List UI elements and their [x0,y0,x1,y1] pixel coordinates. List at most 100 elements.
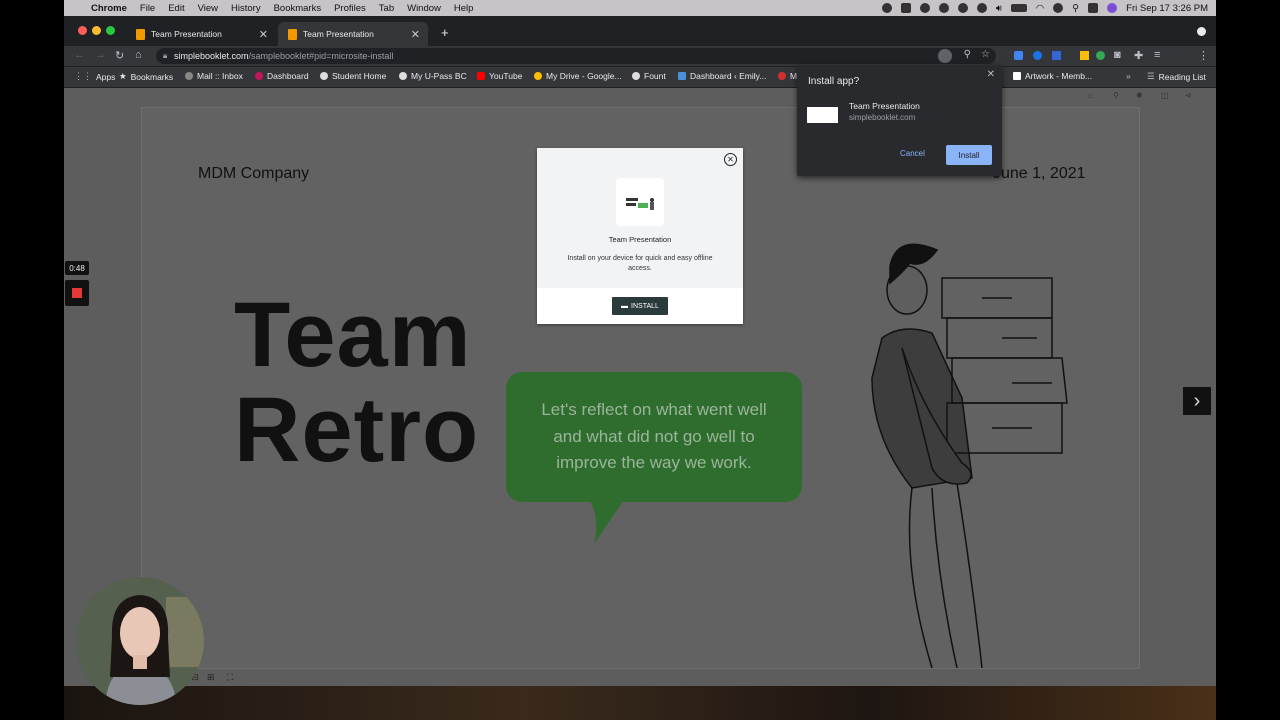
close-tab-icon[interactable]: ✕ [411,28,420,41]
bookmark-dashboard[interactable]: Dashboard [255,71,309,81]
menubar-datetime[interactable]: Fri Sep 17 3:26 PM [1126,3,1208,14]
bookmark-artwork[interactable]: Artwork - Memb... [1013,71,1092,81]
stop-recording-button[interactable] [65,280,89,306]
url-host: simplebooklet.com [174,51,249,61]
menu-file[interactable]: File [140,3,155,14]
install-confirm-button[interactable]: Install [946,145,992,165]
macos-menubar: Chrome File Edit View History Bookmarks … [64,0,1216,16]
profile-icon[interactable] [1197,27,1206,36]
bookmark-bookmarks[interactable]: ★ Bookmarks [119,71,173,82]
zoom-icon[interactable]: ⚲ [964,49,971,60]
more-bookmarks-icon[interactable]: » [1126,71,1131,81]
close-icon[interactable]: ✕ [724,153,737,166]
install-button-label: INSTALL [631,302,659,310]
settings-icon[interactable]: ✺ [1136,91,1143,100]
search-icon[interactable]: ⚲ [1072,3,1079,14]
bookmark-apps[interactable]: ⋮⋮ Apps [74,71,115,82]
extension-icon[interactable] [1096,51,1105,60]
bookmark-google-drive[interactable]: My Drive - Google... [534,71,622,81]
menu-profiles[interactable]: Profiles [334,3,366,14]
share-icon[interactable]: ⋖ [1185,91,1192,100]
booklet-favicon-icon [288,28,297,40]
user-icon[interactable] [1053,3,1064,13]
camera-icon[interactable]: ◙ [1114,49,1121,61]
bookmark-student-home[interactable]: Student Home [320,71,386,81]
status-icon[interactable] [957,3,968,13]
new-tab-icon[interactable]: + [441,25,449,40]
close-window-button[interactable] [78,26,87,35]
close-tab-icon[interactable]: ✕ [259,28,268,41]
extensions-puzzle-icon[interactable]: ✚ [1134,49,1143,62]
status-icon[interactable] [938,3,949,13]
add-page-icon[interactable]: ⊞ [207,672,215,683]
bookmark-mail[interactable]: Mail :: Inbox [185,71,243,81]
webcam-overlay [76,577,204,705]
lock-icon[interactable]: 🔒︎ [163,51,167,61]
kebab-menu-icon[interactable]: ⋮ [1198,49,1209,62]
reading-list-icon: ☰ [1147,71,1155,81]
home-icon[interactable]: ⌂ [135,49,142,61]
status-icon[interactable] [881,3,892,13]
tab-label: Team Presentation [151,29,222,39]
status-icon[interactable] [919,3,930,13]
play-icon[interactable] [976,3,987,13]
back-icon[interactable]: ← [74,49,85,61]
reading-list[interactable]: ☰ Reading List [1147,71,1206,82]
menu-view[interactable]: View [198,3,218,14]
install-button[interactable]: ▬ INSTALL [612,297,668,315]
bookmark-partial[interactable]: M [778,71,797,81]
battery-icon[interactable] [1010,4,1027,12]
forward-icon[interactable]: → [95,49,106,61]
star-icon[interactable]: ☆ [981,49,990,60]
menu-window[interactable]: Window [407,3,441,14]
bookmark-fount[interactable]: Fount [632,71,666,81]
menu-app-name[interactable]: Chrome [91,3,127,14]
cancel-button[interactable]: Cancel [900,149,925,158]
browser-chrome: Team Presentation ✕ Team Presentation ✕ … [64,16,1216,88]
tab-label: Team Presentation [303,29,374,39]
reload-icon[interactable]: ↻ [115,49,124,62]
home-icon[interactable]: ⌂ [1088,91,1093,100]
minimize-window-button[interactable] [92,26,101,35]
volume-icon[interactable]: 🔊︎ [996,3,1002,14]
next-page-button[interactable]: › [1183,387,1211,415]
menu-edit[interactable]: Edit [168,3,184,14]
bookmark-upass[interactable]: My U-Pass BC [399,71,467,81]
zoom-window-button[interactable] [106,26,115,35]
fullscreen-icon[interactable]: ⛶ [227,672,233,683]
app-url: simplebooklet.com [849,113,916,122]
globe-icon [399,72,407,80]
install-app-icon[interactable] [938,49,952,63]
extension-icon[interactable] [1080,51,1089,60]
recording-timer: 0:48 [65,261,89,275]
media-icon[interactable]: ≡ [1154,49,1160,61]
apps-grid-icon: ⋮⋮ [74,71,92,81]
close-icon[interactable]: ✕ [987,69,995,80]
app-icon [807,107,838,123]
tab-inactive[interactable]: Team Presentation ✕ [126,22,276,46]
siri-icon[interactable] [1107,3,1118,13]
url-path: /samplebooklet#pid=microsite-install [248,51,394,61]
extension-icon[interactable] [1052,51,1061,60]
extension-icon[interactable] [1014,51,1023,60]
extension-icon[interactable] [1033,51,1042,60]
layout-icon[interactable]: ◫ [1161,91,1169,100]
bookmark-dashboard-emily[interactable]: Dashboard ‹ Emily... [678,71,766,81]
install-modal: ✕ Team Presentation Install on your devi… [537,148,743,324]
search-icon[interactable]: ⚲ [1113,91,1119,100]
app-thumbnail-icon [626,198,654,210]
tab-active[interactable]: Team Presentation ✕ [278,22,428,46]
mail-icon [185,72,193,80]
dialog-title: Install app? [808,76,860,87]
youtube-icon [477,72,485,80]
dropbox-icon[interactable] [900,3,911,13]
company-name: MDM Company [198,165,310,182]
menu-help[interactable]: Help [454,3,474,14]
menu-history[interactable]: History [231,3,261,14]
address-bar[interactable]: 🔒︎ simplebooklet.com/samplebooklet#pid=m… [156,48,996,64]
menu-tab[interactable]: Tab [379,3,394,14]
wifi-icon[interactable]: ◠ [1036,3,1044,14]
bookmark-youtube[interactable]: YouTube [477,71,522,81]
control-center-icon[interactable] [1088,3,1099,13]
menu-bookmarks[interactable]: Bookmarks [274,3,322,14]
